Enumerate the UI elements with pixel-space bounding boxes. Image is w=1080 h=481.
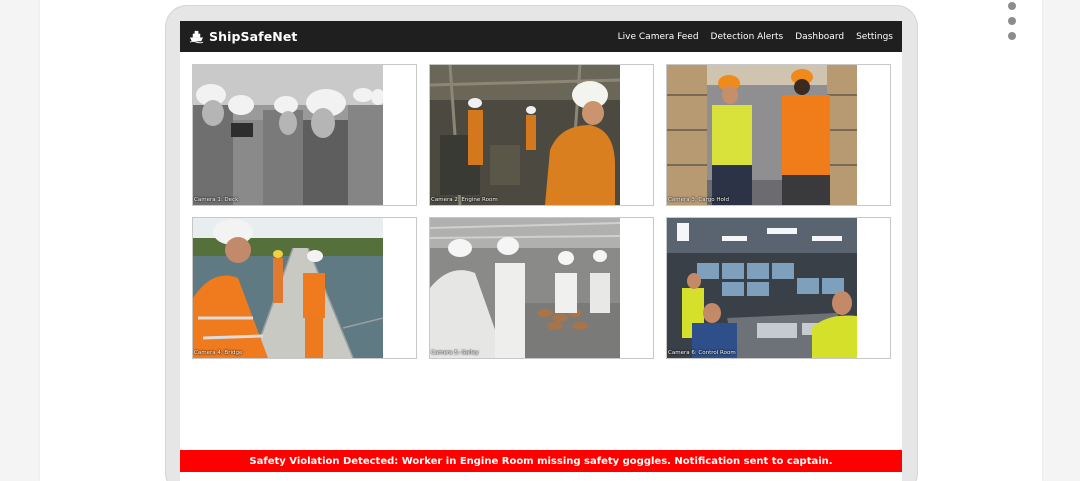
nav-detection-alerts[interactable]: Detection Alerts <box>711 32 784 42</box>
camera-card-deck[interactable]: Camera 1: Deck <box>192 64 417 206</box>
camera-feed-image: Camera 3: Cargo Hold <box>667 65 857 205</box>
brand-name: ShipSafeNet <box>209 29 298 44</box>
nav-live-camera-feed[interactable]: Live Camera Feed <box>618 32 699 42</box>
camera-card-bridge[interactable]: Camera 4: Bridge <box>192 217 417 359</box>
top-navbar: ShipSafeNet Live Camera Feed Detection A… <box>180 21 902 52</box>
nav-settings[interactable]: Settings <box>856 32 893 42</box>
camera-label: Camera 3: Cargo Hold <box>668 197 729 203</box>
camera-feed-image: Camera 1: Deck <box>193 65 383 205</box>
camera-feed-image: Camera 2: Engine Room <box>430 65 620 205</box>
camera-feed-image: Camera 5: Galley <box>430 218 620 358</box>
camera-label: Camera 5: Galley <box>431 350 479 356</box>
camera-card-cargo-hold[interactable]: Camera 3: Cargo Hold <box>666 64 891 206</box>
brand[interactable]: ShipSafeNet <box>189 29 298 44</box>
kebab-dot <box>1008 17 1016 25</box>
nav-links: Live Camera Feed Detection Alerts Dashbo… <box>618 32 893 42</box>
alert-message: Safety Violation Detected: Worker in Eng… <box>249 455 833 467</box>
camera-label: Camera 4: Bridge <box>194 350 243 356</box>
kebab-dot <box>1008 32 1016 40</box>
ship-icon <box>189 30 204 44</box>
safety-violation-alert: Safety Violation Detected: Worker in Eng… <box>180 450 902 472</box>
camera-label: Camera 2: Engine Room <box>431 197 498 203</box>
more-options-icon[interactable] <box>1006 0 1018 42</box>
camera-label: Camera 6: Control Room <box>668 350 736 356</box>
camera-card-control-room[interactable]: Camera 6: Control Room <box>666 217 891 359</box>
kebab-dot <box>1008 2 1016 10</box>
app-screen: ShipSafeNet Live Camera Feed Detection A… <box>180 21 902 481</box>
camera-card-engine-room[interactable]: Camera 2: Engine Room <box>429 64 654 206</box>
camera-grid: Camera 1: Deck Camera 2: Engine Room Cam… <box>192 64 891 359</box>
camera-label: Camera 1: Deck <box>194 197 239 203</box>
camera-card-galley[interactable]: Camera 5: Galley <box>429 217 654 359</box>
camera-feed-image: Camera 6: Control Room <box>667 218 857 358</box>
camera-feed-image: Camera 4: Bridge <box>193 218 383 358</box>
nav-dashboard[interactable]: Dashboard <box>795 32 844 42</box>
